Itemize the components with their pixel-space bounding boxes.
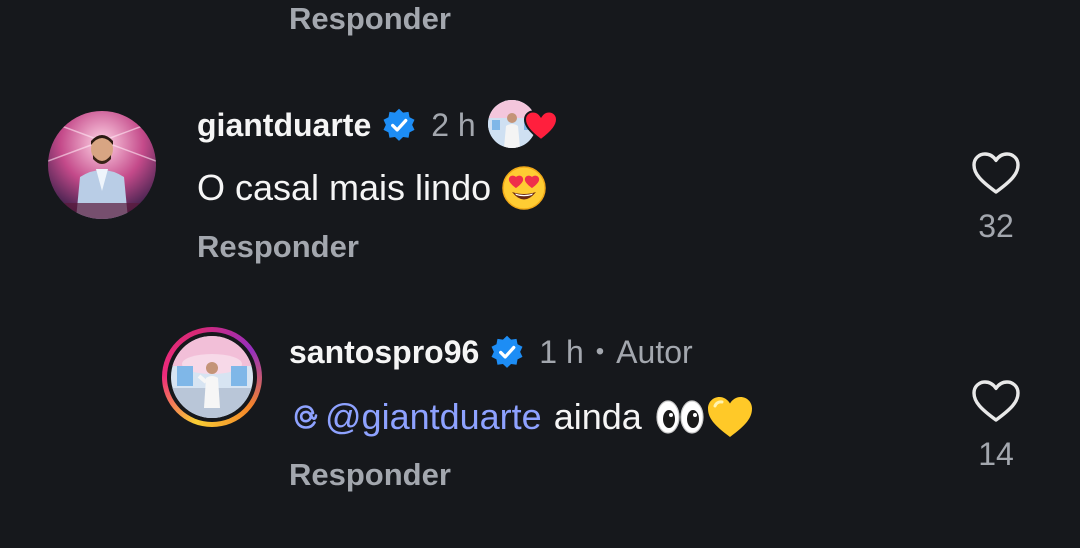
red-heart-icon [523, 110, 558, 142]
mention-threads-icon [294, 405, 318, 429]
username[interactable]: giantduarte [197, 107, 371, 144]
reply-button[interactable]: Responder [289, 0, 451, 38]
comment-time: 2 h [431, 106, 476, 143]
heart-eyes-emoji-icon [502, 166, 546, 210]
like-control: 32 [966, 150, 1026, 245]
like-count: 14 [978, 436, 1014, 472]
verified-badge-icon [489, 334, 525, 370]
avatar-story-ring[interactable] [162, 327, 262, 427]
yellow-heart-emoji-icon [707, 397, 752, 437]
eyes-emoji-icon [656, 400, 704, 434]
comment-text: O casal mais lindo [197, 164, 547, 212]
liked-by-author-indicator [487, 100, 558, 150]
like-count: 32 [978, 208, 1014, 244]
comment-header: giantduarte 2 h [197, 100, 558, 150]
username[interactable]: santospro96 [289, 334, 479, 371]
reply-button[interactable]: Responder [289, 457, 451, 493]
avatar[interactable] [48, 111, 156, 219]
like-heart-icon[interactable] [971, 150, 1021, 196]
like-heart-icon[interactable] [971, 378, 1021, 424]
mention-link[interactable]: @giantduarte [289, 396, 542, 438]
comment-text: @giantduarte ainda [289, 392, 754, 442]
comment-body: O casal mais lindo [197, 167, 492, 208]
avatar [171, 336, 253, 418]
comment-body: ainda [553, 396, 642, 437]
comment-time: 1 h [539, 333, 584, 370]
mention-text: @giantduarte [325, 396, 542, 437]
like-control: 14 [966, 378, 1026, 473]
comment-header: santospro96 1 h • Autor [289, 327, 693, 377]
separator-dot: • [595, 338, 605, 365]
comments-screen: Responder giantduarte 2 h O casal mais l… [0, 0, 1080, 548]
verified-badge-icon [381, 107, 417, 143]
author-label: Autor [616, 333, 693, 370]
reply-button[interactable]: Responder [197, 229, 359, 265]
